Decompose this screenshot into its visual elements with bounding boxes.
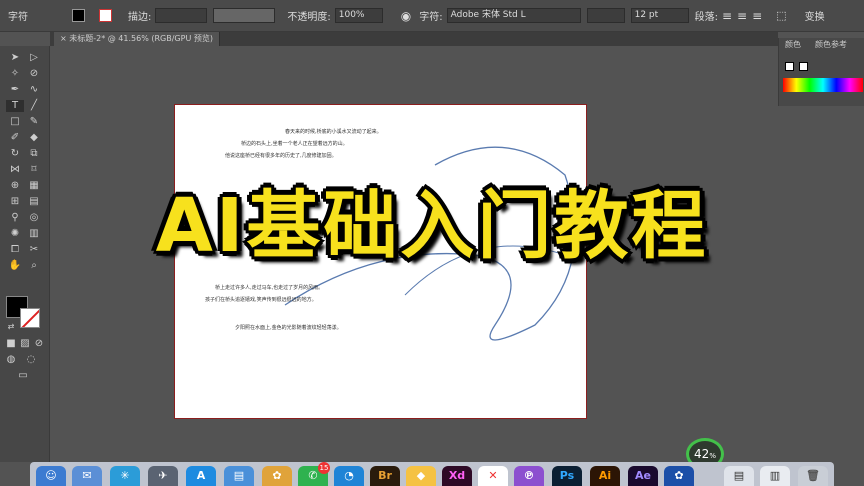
document-tab-label: 未标题-2* @ 41.56% (RGB/GPU 预览) [69,34,213,43]
mail-icon[interactable]: ✉ [72,466,102,486]
panel-stroke-swatch[interactable] [799,62,808,71]
color-mode-icon[interactable]: ■ [4,338,18,350]
document-icon[interactable]: ▤ [724,466,754,486]
color-panel: 颜色 颜色参考 [778,38,864,106]
shaper-tool-icon[interactable]: ✐ [8,132,22,144]
font-size-input[interactable]: 12 pt [630,8,689,23]
bridge-icon[interactable]: Br [370,466,400,486]
gradient-mode-icon[interactable]: ▨ [18,338,32,350]
folder-icon[interactable]: ▥ [760,466,790,486]
selection-tool-icon[interactable]: ➤ [8,52,22,64]
canvas-text-line: 夕阳照在水面上,金色的光影随着波纹轻轻荡漾。 [235,325,342,331]
xd-icon[interactable]: Xd [442,466,472,486]
control-bar: 字符 描边: 不透明度: 100% ◉ 字符: Adobe 宋体 Std L 1… [0,0,864,32]
align-right-icon[interactable]: ≡ [752,9,762,23]
xmind-icon[interactable]: ✕ [478,466,508,486]
char-label: 字符 [8,12,28,23]
canvas-text-line: 他说这座桥已经有很多年的历史了,几度修建加固。 [225,153,337,159]
media-icon[interactable]: ✿ [664,466,694,486]
finder-icon[interactable]: ☺ [36,466,66,486]
recolor-icon[interactable]: ◉ [401,9,411,23]
document-tab[interactable]: × 未标题-2* @ 41.56% (RGB/GPU 预览) [54,32,220,46]
safari-icon[interactable]: ✳ [110,466,140,486]
opacity-label: 不透明度: [287,12,331,23]
stroke-label: 描边: [128,12,152,23]
none-mode-icon[interactable]: ⊘ [32,338,46,350]
fill-swatch[interactable] [72,9,85,22]
after-effects-icon[interactable]: Ae [628,466,658,486]
progress-value: 42 [694,447,710,461]
char-label-2: 字符: [419,12,443,23]
pen-tool-icon[interactable]: ✒ [8,84,22,96]
paintbrush-icon[interactable]: ✎ [27,116,41,128]
document-tab-bar: × 未标题-2* @ 41.56% (RGB/GPU 预览) [50,32,778,46]
curvature-tool-icon[interactable]: ∿ [27,84,41,96]
canvas-text-line: 桥上走过许多人,走过马车,也走过了岁月的风雨。 [215,285,324,291]
stroke-weight-dropdown[interactable] [155,8,208,23]
swap-colors-icon[interactable]: ⇄ [4,321,18,333]
illustrator-icon[interactable]: Ai [590,466,620,486]
app-store-icon[interactable]: A [186,466,216,486]
stroke-swatch[interactable] [99,9,112,22]
preview-icon[interactable]: ▤ [224,466,254,486]
screen-mode-icon[interactable]: ▭ [16,370,30,382]
sketch-icon[interactable]: ◆ [406,466,436,486]
paragraph-label: 段落: [694,12,718,23]
app-icon[interactable]: ℗ [514,466,544,486]
font-style-dropdown[interactable] [586,8,625,23]
progress-unit: % [709,452,716,460]
overlay-title: AI基础入门教程 [155,183,709,269]
close-icon[interactable]: × [60,34,67,43]
align-center-icon[interactable]: ≡ [737,9,747,23]
scale-tool-icon[interactable]: ⧉ [27,148,41,160]
line-tool-icon[interactable]: ╱ [27,100,41,112]
color-panel-tab[interactable]: 颜色 [785,38,801,52]
color-guide-tab[interactable]: 颜色参考 [815,38,847,52]
magic-wand-icon[interactable]: ✧ [8,68,22,80]
photos-icon[interactable]: ✿ [262,466,292,486]
launchpad-icon[interactable]: ✈ [148,466,178,486]
panel-fill-swatch[interactable] [785,62,794,71]
color-spectrum-bar[interactable] [783,78,863,92]
canvas-text-line: 桥边的石头上,坐着一个老人正在望着远方的山。 [241,141,348,147]
notification-badge: 15 [318,462,330,474]
photoshop-icon[interactable]: Ps [552,466,582,486]
transform-box-icon[interactable]: ⬚ [776,9,786,22]
browser-icon[interactable]: ◔ [334,466,364,486]
direct-selection-tool-icon[interactable]: ▷ [27,52,41,64]
draw-mode-icon[interactable]: ◍ [4,354,18,366]
transform-label[interactable]: 变换 [805,8,825,23]
type-tool-icon[interactable]: T [6,100,24,112]
eraser-icon[interactable]: ◆ [27,132,41,144]
align-left-icon[interactable]: ≡ [722,9,732,23]
draw-behind-icon[interactable]: ◌ [24,354,38,366]
lasso-icon[interactable]: ⊘ [27,68,41,80]
trash-icon[interactable]: 🗑 [798,466,828,486]
stroke-color-box[interactable] [20,308,40,328]
canvas-text-line: 孩子们在桥头追逐嬉戏,笑声传到很远很远的地方。 [205,297,317,303]
variable-width-dropdown[interactable] [213,8,276,23]
rectangle-tool-icon[interactable]: □ [8,116,22,128]
font-family-dropdown[interactable]: Adobe 宋体 Std L [446,8,581,23]
rotate-tool-icon[interactable]: ↻ [8,148,22,160]
canvas-text-line: 春天来的时候,桥底的小溪水又流动了起来。 [285,129,382,135]
opacity-input[interactable]: 100% [334,8,383,23]
